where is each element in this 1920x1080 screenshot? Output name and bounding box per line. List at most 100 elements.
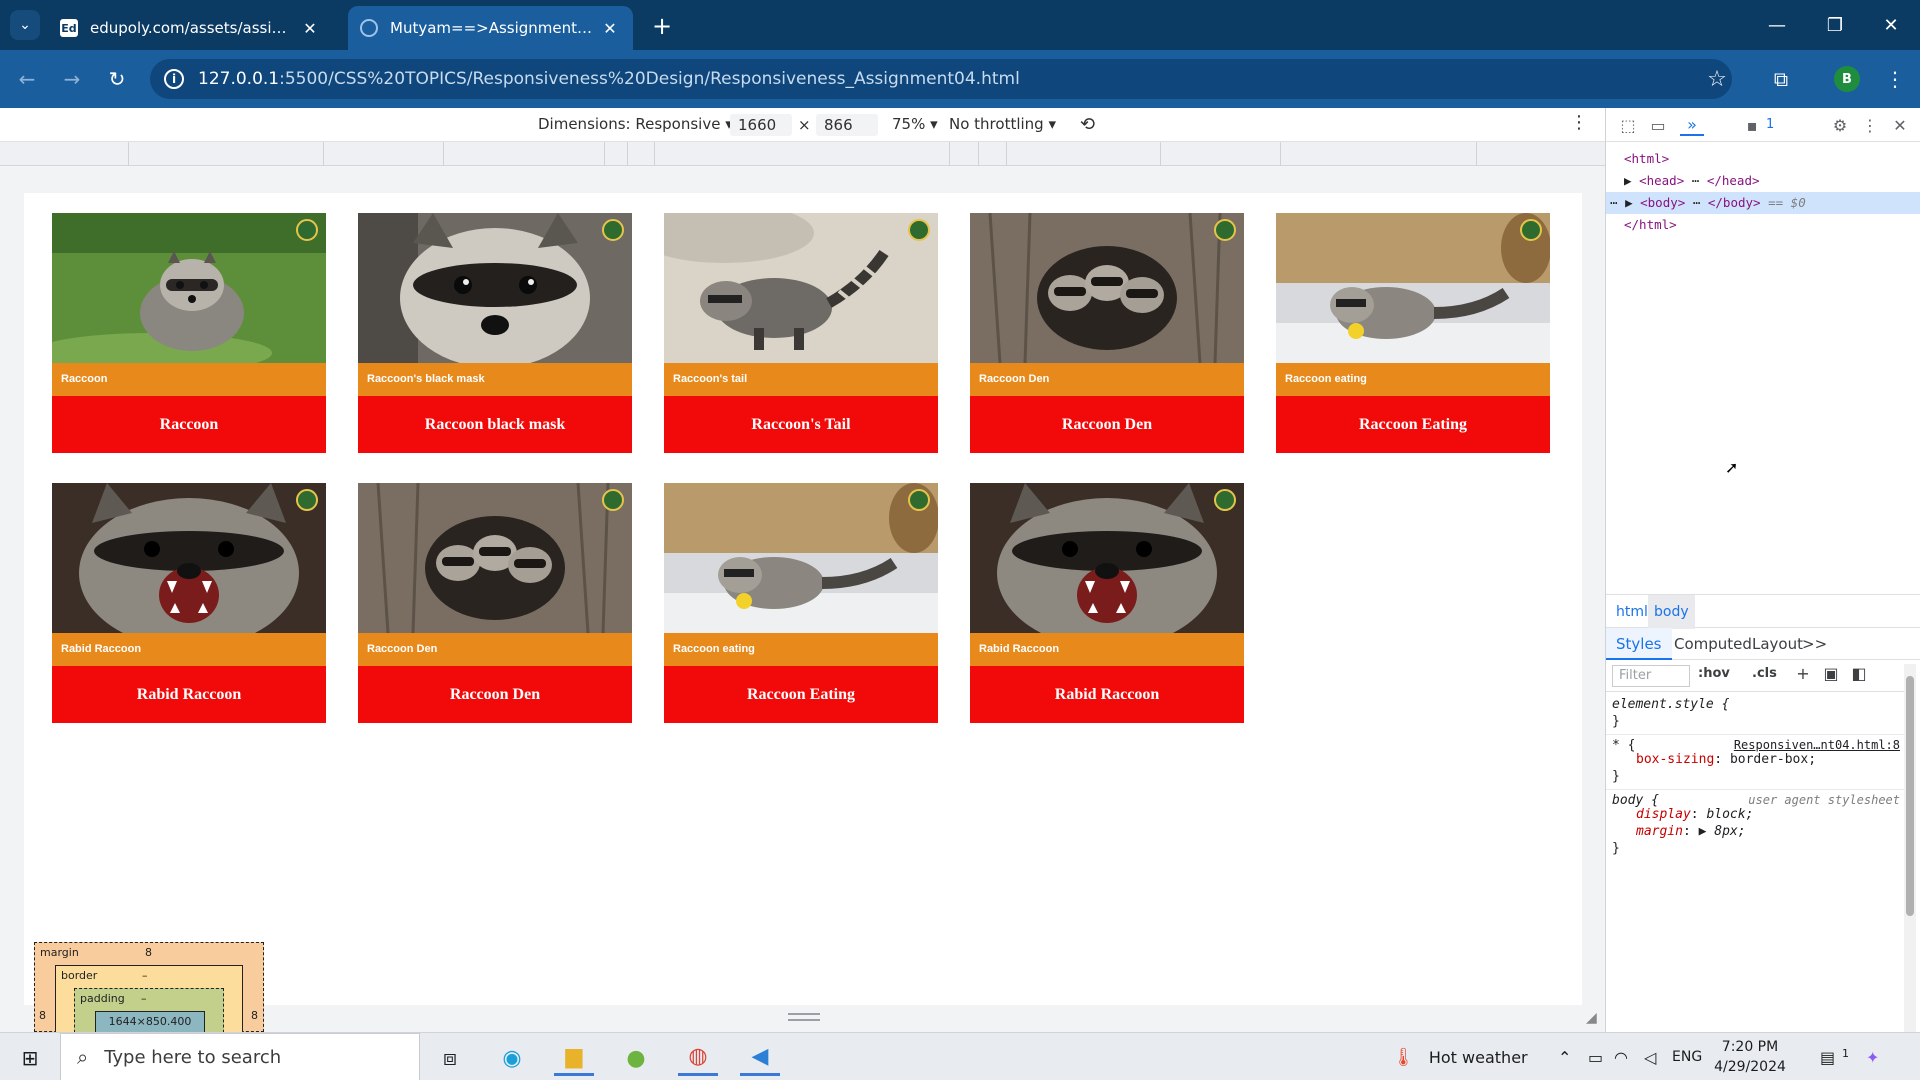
- expand-triangle-icon[interactable]: ▶: [1624, 173, 1632, 188]
- rotate-icon[interactable]: ⟲: [1080, 114, 1095, 135]
- viewport-width-input[interactable]: 1660: [730, 114, 792, 136]
- card-label: Raccoon Eating: [664, 666, 938, 723]
- viewport-resize-handle[interactable]: [788, 1013, 820, 1021]
- declaration-margin[interactable]: margin: ▶ 8px;: [1606, 823, 1904, 840]
- edupoly-favicon-icon: Ed: [60, 19, 78, 37]
- wildlife-badge-icon: [602, 219, 624, 241]
- windows-taskbar: ⊞ ⌕ Type here to search ⧈ ◉ ▆ ● ◍ ◀ 🌡 Ho…: [0, 1032, 1920, 1080]
- spring-tool-icon[interactable]: ●: [616, 1040, 656, 1076]
- tab-search-button[interactable]: ⌄: [10, 10, 40, 40]
- paint-brush-icon[interactable]: ▣: [1820, 664, 1842, 686]
- tab-assignment04[interactable]: Mutyam==>Assignment04 ✕: [348, 6, 633, 50]
- bookmark-star-icon[interactable]: ☆: [1702, 64, 1732, 94]
- edge-icon[interactable]: ◉: [492, 1040, 532, 1076]
- rule-universal[interactable]: * { Responsiven…nt04.html:8: [1606, 734, 1904, 754]
- viewport-height-input[interactable]: 866: [816, 114, 878, 136]
- close-window-icon[interactable]: ✕: [1862, 0, 1920, 50]
- back-arrow-icon[interactable]: ←: [12, 64, 42, 94]
- site-info-icon[interactable]: i: [164, 69, 184, 89]
- file-explorer-icon[interactable]: ▆: [554, 1040, 594, 1076]
- styles-scrollbar[interactable]: [1904, 664, 1916, 1032]
- issues-icon[interactable]: ▪: [1740, 114, 1764, 136]
- taskbar-clock[interactable]: 7:20 PM 4/29/2024: [1700, 1037, 1800, 1077]
- volume-icon[interactable]: ◁: [1644, 1033, 1656, 1080]
- profile-avatar[interactable]: B: [1834, 66, 1860, 92]
- ellipsis-icon[interactable]: ⋯: [1692, 173, 1700, 188]
- close-devtools-icon[interactable]: ✕: [1888, 114, 1912, 136]
- browser-menu-icon[interactable]: ⋮: [1880, 64, 1910, 94]
- battery-icon[interactable]: ▭: [1588, 1033, 1603, 1080]
- devtools-menu-icon[interactable]: ⋮: [1858, 114, 1882, 136]
- throttling-dropdown[interactable]: No throttling ▾: [949, 115, 1056, 133]
- breadcrumb-body[interactable]: body: [1648, 595, 1695, 629]
- card-label: Raccoon black mask: [358, 396, 632, 453]
- more-panels-icon[interactable]: »: [1680, 114, 1704, 136]
- gallery-card: Rabid Raccoon Rabid Raccoon: [970, 483, 1244, 723]
- close-tab-icon[interactable]: ✕: [601, 19, 619, 38]
- ellipsis-icon[interactable]: ⋯: [1610, 195, 1618, 210]
- wildlife-badge-icon: [1520, 219, 1542, 241]
- sidebar-toggle-icon[interactable]: ◧: [1848, 664, 1870, 686]
- tab-styles[interactable]: Styles: [1606, 628, 1672, 660]
- copilot-icon[interactable]: ✦: [1866, 1033, 1879, 1080]
- scrollbar-thumb[interactable]: [1906, 676, 1914, 916]
- chrome-icon[interactable]: ◍: [678, 1040, 718, 1076]
- rule-body[interactable]: body { user agent stylesheet: [1606, 789, 1904, 808]
- taskbar-search-placeholder: Type here to search: [104, 1046, 282, 1068]
- address-bar[interactable]: i 127.0.0.1:5500/CSS%20TOPICS/Responsive…: [150, 59, 1732, 99]
- restore-icon[interactable]: ❐: [1806, 0, 1864, 50]
- new-tab-button[interactable]: +: [648, 13, 676, 41]
- zoom-dropdown[interactable]: 75% ▾: [892, 115, 938, 133]
- issues-count[interactable]: 1: [1766, 117, 1774, 132]
- forward-arrow-icon[interactable]: →: [57, 64, 87, 94]
- taskbar-search[interactable]: ⌕ Type here to search: [60, 1033, 420, 1080]
- close-tab-icon[interactable]: ✕: [301, 19, 319, 38]
- device-toggle-icon[interactable]: ▭: [1646, 114, 1670, 136]
- dom-node-body[interactable]: ⋯ ▶ <body> ⋯ </body> == $0: [1606, 192, 1920, 214]
- box-model-right-margin[interactable]: 8: [251, 1009, 258, 1022]
- windows-start-icon[interactable]: ⊞: [10, 1041, 50, 1075]
- gallery-card: Raccoon eating Raccoon Eating: [1276, 213, 1550, 453]
- ellipsis-icon[interactable]: ⋯: [1693, 195, 1701, 210]
- raccoon-photo: [52, 213, 326, 363]
- dimensions-dropdown[interactable]: Dimensions: Responsive ▾: [538, 115, 733, 133]
- rule-source-link[interactable]: Responsiven…nt04.html:8: [1734, 737, 1900, 754]
- rule-element-style[interactable]: element.style {: [1606, 696, 1904, 713]
- tab-title: edupoly.com/assets/assignmen: [90, 19, 293, 37]
- inspect-element-icon[interactable]: ⬚: [1616, 114, 1640, 136]
- gear-icon[interactable]: ⚙: [1828, 114, 1852, 136]
- hover-state-toggle[interactable]: :hov: [1698, 666, 1730, 681]
- tab-computed[interactable]: Computed: [1674, 628, 1752, 660]
- raccoon-photo: [358, 483, 632, 633]
- reload-icon[interactable]: ↻: [102, 64, 132, 94]
- styles-filter-input[interactable]: Filter: [1612, 665, 1690, 687]
- wifi-icon[interactable]: ◠: [1614, 1033, 1628, 1080]
- minimize-icon[interactable]: —: [1748, 0, 1806, 50]
- show-hidden-icons[interactable]: ⌃: [1558, 1033, 1571, 1080]
- media-query-ruler[interactable]: [0, 142, 1605, 166]
- viewport-corner-resize-icon[interactable]: ◢: [1586, 1010, 1602, 1026]
- tab-edupoly[interactable]: Ed edupoly.com/assets/assignmen ✕: [48, 6, 333, 50]
- box-model-padding: padding – 1644×850.400: [74, 988, 224, 1039]
- extensions-puzzle-icon[interactable]: ⧉: [1766, 64, 1796, 94]
- class-toggle[interactable]: .cls: [1752, 666, 1777, 681]
- vscode-icon[interactable]: ◀: [740, 1040, 780, 1076]
- dom-node-html[interactable]: <html>: [1606, 148, 1920, 170]
- card-label: Raccoon Eating: [1276, 396, 1550, 453]
- url-path: :5500/CSS%20TOPICS/Responsiveness%20Desi…: [279, 69, 1020, 89]
- card-label: Rabid Raccoon: [970, 666, 1244, 723]
- task-view-icon[interactable]: ⧈: [430, 1040, 470, 1076]
- expand-triangle-icon[interactable]: ▶: [1625, 195, 1633, 210]
- weather-widget[interactable]: 🌡 Hot weather: [1392, 1033, 1528, 1080]
- box-model-margin-value[interactable]: 8: [145, 946, 152, 959]
- gallery-card: Rabid Raccoon Rabid Raccoon: [52, 483, 326, 723]
- box-model-left-margin[interactable]: 8: [39, 1009, 46, 1022]
- notification-center-icon[interactable]: ▤: [1820, 1033, 1835, 1080]
- device-more-icon[interactable]: ⋮: [1570, 112, 1588, 133]
- dom-node-head[interactable]: ▶ <head> ⋯ </head>: [1606, 170, 1920, 192]
- tab-layout[interactable]: Layout: [1752, 628, 1803, 660]
- language-indicator[interactable]: ENG: [1672, 1033, 1702, 1080]
- tab-more[interactable]: >>: [1802, 628, 1827, 660]
- add-rule-icon[interactable]: +: [1792, 664, 1814, 686]
- box-model-diagram: margin 8 8 8 border – padding – 1644×850…: [34, 942, 264, 1039]
